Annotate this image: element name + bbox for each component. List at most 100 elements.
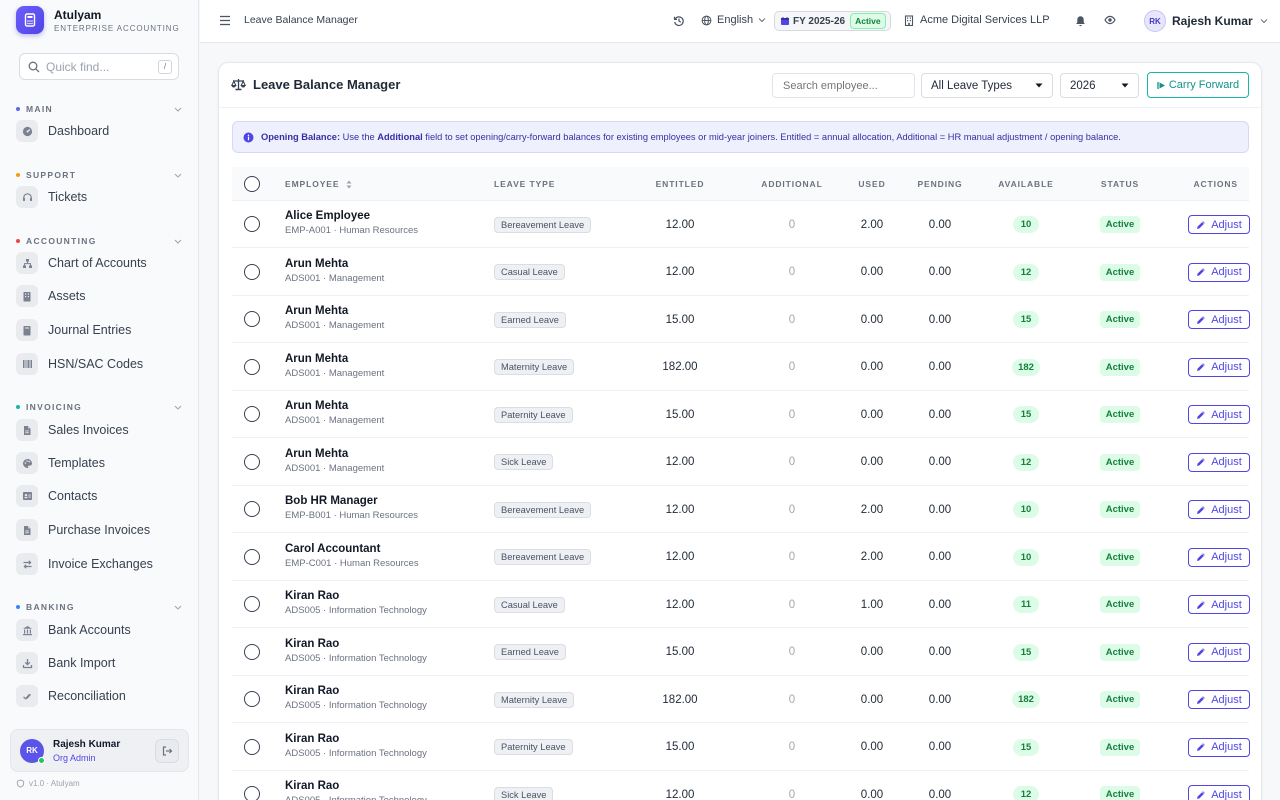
adjust-button[interactable]: Adjust <box>1188 500 1250 519</box>
sidebar-item-hsn-sac-codes[interactable]: HSN/SAC Codes <box>16 350 182 378</box>
notifications-button[interactable] <box>1075 15 1086 27</box>
logout-button[interactable] <box>155 738 179 763</box>
table-row[interactable]: Bob HR Manager EMP-B001 · Human Resources… <box>232 486 1250 533</box>
adjust-button[interactable]: Adjust <box>1188 642 1250 662</box>
pending-value: 0.00 <box>928 218 952 231</box>
chevron-down-icon <box>174 107 182 112</box>
additional-value[interactable]: 0 <box>742 296 842 343</box>
adjust-button[interactable]: Adjust <box>1188 690 1250 709</box>
row-checkbox[interactable] <box>244 453 260 470</box>
select-all-checkbox[interactable] <box>244 176 260 192</box>
row-checkbox[interactable] <box>244 738 260 755</box>
additional-value[interactable]: 0 <box>742 439 842 486</box>
additional-value[interactable]: 0 <box>742 534 842 581</box>
row-checkbox[interactable] <box>244 548 260 565</box>
caret-down-icon <box>1121 83 1129 88</box>
row-checkbox[interactable] <box>244 216 260 232</box>
employee-cell: Arun Mehta ADS001 · Management <box>285 448 384 474</box>
company-selector[interactable]: Acme Digital Services LLP <box>904 14 1050 26</box>
import-icon <box>16 652 38 674</box>
brand[interactable]: Atulyam ENTERPRISE ACCOUNTING <box>16 6 180 34</box>
additional-value[interactable]: 0 <box>742 676 842 723</box>
sidebar-item-contacts[interactable]: Contacts <box>16 482 182 510</box>
user-card[interactable]: RK Rajesh Kumar Org Admin <box>10 729 189 772</box>
additional-value[interactable]: 0 <box>742 344 842 391</box>
row-checkbox[interactable] <box>244 358 260 375</box>
sidebar-item-assets[interactable]: Assets <box>16 282 182 310</box>
carry-forward-button[interactable]: Carry Forward <box>1147 72 1249 98</box>
sidebar-item-tickets[interactable]: Tickets <box>16 183 182 211</box>
table-row[interactable]: Arun Mehta ADS001 · Management Sick Leave 1… <box>232 439 1250 486</box>
adjust-button[interactable]: Adjust <box>1188 452 1250 472</box>
nav-section-invoicing[interactable]: INVOICING <box>16 402 182 412</box>
adjust-button[interactable]: Adjust <box>1188 405 1250 424</box>
leave-type-badge: Sick Leave <box>494 454 554 470</box>
nav-section-support[interactable]: SUPPORT <box>16 170 182 180</box>
additional-value[interactable]: 0 <box>742 249 842 296</box>
table-row[interactable]: Alice Employee EMP-A001 · Human Resources… <box>232 201 1250 248</box>
table-row[interactable]: Arun Mehta ADS001 · Management Casual Leav… <box>232 249 1250 296</box>
sidebar-item-reconciliation[interactable]: Reconciliation <box>16 682 182 710</box>
user-menu[interactable]: RK Rajesh Kumar <box>1144 10 1268 32</box>
sidebar-item-dashboard[interactable]: Dashboard <box>16 117 182 145</box>
table-row[interactable]: Arun Mehta ADS001 · Management Earned Leav… <box>232 296 1250 343</box>
quick-find-input[interactable]: Quick find... / <box>19 53 179 80</box>
table-row[interactable]: Kiran Rao ADS005 · Information Technology… <box>232 724 1250 771</box>
adjust-button[interactable]: Adjust <box>1188 357 1250 377</box>
leave-type-filter[interactable]: All Leave Types <box>921 73 1053 98</box>
search-employee-input[interactable] <box>772 73 915 98</box>
adjust-button[interactable]: Adjust <box>1188 262 1250 282</box>
row-checkbox[interactable] <box>244 263 260 280</box>
adjust-button[interactable]: Adjust <box>1188 785 1250 800</box>
employee-code-department: ADS005 · Information Technology <box>285 795 427 800</box>
adjust-button[interactable]: Adjust <box>1188 310 1250 329</box>
adjust-button[interactable]: Adjust <box>1188 215 1250 234</box>
nav-section-accounting[interactable]: ACCOUNTING <box>16 236 182 246</box>
sidebar-item-templates[interactable]: Templates <box>16 449 182 477</box>
additional-value[interactable]: 0 <box>742 629 842 676</box>
preview-button[interactable] <box>1104 15 1116 25</box>
row-checkbox[interactable] <box>244 691 260 707</box>
adjust-button[interactable]: Adjust <box>1188 737 1250 757</box>
menu-toggle-button[interactable] <box>219 15 231 26</box>
table-row[interactable]: Arun Mehta ADS001 · Management Paternity L… <box>232 391 1250 438</box>
row-checkbox[interactable] <box>244 501 260 517</box>
additional-value[interactable]: 0 <box>742 201 842 248</box>
sidebar-item-label: Assets <box>48 289 86 303</box>
row-checkbox[interactable] <box>244 643 260 660</box>
additional-value[interactable]: 0 <box>742 771 842 800</box>
additional-value[interactable]: 0 <box>742 724 842 771</box>
nav-section-main[interactable]: MAIN <box>16 104 182 114</box>
sidebar-item-invoice-exchanges[interactable]: Invoice Exchanges <box>16 550 182 578</box>
table-row[interactable]: Kiran Rao ADS005 · Information Technology… <box>232 629 1250 676</box>
sidebar-item-sales-invoices[interactable]: Sales Invoices <box>16 416 182 444</box>
year-filter[interactable]: 2026 <box>1060 73 1139 98</box>
section-label: ACCOUNTING <box>26 236 97 246</box>
adjust-button[interactable]: Adjust <box>1188 595 1250 614</box>
row-checkbox[interactable] <box>244 406 260 422</box>
row-checkbox[interactable] <box>244 311 260 327</box>
additional-value[interactable]: 0 <box>742 486 842 533</box>
row-checkbox[interactable] <box>244 786 260 800</box>
additional-value[interactable]: 0 <box>742 391 842 438</box>
history-button[interactable] <box>673 15 685 27</box>
column-employee[interactable]: EMPLOYEE <box>285 167 352 201</box>
sidebar-item-chart-of-accounts[interactable]: Chart of Accounts <box>16 249 182 277</box>
adjust-button[interactable]: Adjust <box>1188 547 1250 567</box>
sidebar-item-bank-import[interactable]: Bank Import <box>16 649 182 677</box>
row-checkbox[interactable] <box>244 596 260 612</box>
sidebar-item-journal-entries[interactable]: Journal Entries <box>16 316 182 344</box>
bank-icon <box>16 619 38 641</box>
table-row[interactable]: Carol Accountant EMP-C001 · Human Resourc… <box>232 534 1250 581</box>
sidebar-item-purchase-invoices[interactable]: Purchase Invoices <box>16 516 182 544</box>
table-row[interactable]: Kiran Rao ADS005 · Information Technology… <box>232 676 1250 723</box>
nav-section-banking[interactable]: BANKING <box>16 602 182 612</box>
table-row[interactable]: Arun Mehta ADS001 · Management Maternity L… <box>232 344 1250 391</box>
table-row[interactable]: Kiran Rao ADS005 · Information Technology… <box>232 581 1250 628</box>
language-select[interactable]: English <box>701 14 766 26</box>
table-row[interactable]: Kiran Rao ADS005 · Information Technology… <box>232 771 1250 800</box>
available-badge: 11 <box>1013 596 1039 613</box>
additional-value[interactable]: 0 <box>742 581 842 628</box>
fiscal-year-badge[interactable]: FY 2025-26 Active <box>774 11 891 31</box>
sidebar-item-bank-accounts[interactable]: Bank Accounts <box>16 616 182 644</box>
